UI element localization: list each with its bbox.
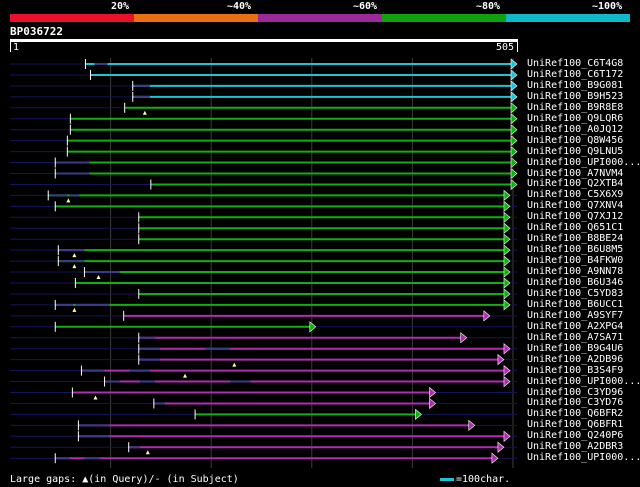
hit-end-arrow [497,354,505,366]
hit-label[interactable]: UniRef100_A9NN78 [527,266,623,277]
hit-end-arrow [503,222,511,234]
hit-label[interactable]: UniRef100_C5YD83 [527,288,623,299]
hit-label[interactable]: UniRef100_Q651C1 [527,222,623,233]
hit-label[interactable]: UniRef100_C3YD76 [527,397,623,408]
hit-label[interactable]: UniRef100_B6U346 [527,277,623,288]
hit-label[interactable]: UniRef100_B8BE24 [527,233,623,244]
query-gap-marker [72,264,77,269]
hit-label[interactable]: UniRef100_A7NVM4 [527,168,623,179]
hit-end-arrow [503,364,511,377]
hit-label[interactable]: UniRef100_B9G081 [527,80,623,91]
hit-label[interactable]: UniRef100_Q7XJ12 [527,211,623,222]
hit-end-arrow [503,233,511,245]
hit-label[interactable]: UniRef100_UPI000... [527,452,640,463]
hit-end-arrow [503,189,511,202]
hit-label[interactable]: UniRef100_Q8W456 [527,135,623,146]
hit-end-arrow [503,277,511,289]
hit-end-arrow [468,419,476,431]
hit-label[interactable]: UniRef100_C6T172 [527,69,623,80]
hit-end-arrow [415,408,422,421]
hit-end-arrow [503,430,511,442]
hit-label[interactable]: UniRef100_C5X6X9 [527,189,623,200]
hit-label[interactable]: UniRef100_B3S4F9 [527,365,623,376]
query-gap-marker [183,373,188,378]
query-gap-marker [66,198,71,203]
hit-end-arrow [497,441,505,453]
hit-label[interactable]: UniRef100_A9SYF7 [527,310,623,321]
length-legend: =100char. [440,474,510,485]
hit-end-arrow [503,299,511,311]
hit-label[interactable]: UniRef100_UPI000... [527,376,640,387]
hit-end-arrow [429,386,436,399]
query-gap-marker [72,253,77,258]
hit-label[interactable]: UniRef100_Q240P6 [527,430,623,441]
hit-end-arrow [510,113,518,125]
hit-end-arrow [510,156,518,169]
hit-label[interactable]: UniRef100_B9G4U6 [527,343,623,354]
query-gap-marker [72,307,77,312]
hit-label[interactable]: UniRef100_A2DBR3 [527,441,623,452]
hit-end-arrow [503,200,511,212]
hit-end-arrow [503,244,511,256]
hit-end-arrow [510,80,518,92]
hit-end-arrow [510,145,518,158]
hit-label[interactable]: UniRef100_B4FKW0 [527,255,623,266]
hit-label[interactable]: UniRef100_C3YD96 [527,387,623,398]
hit-label[interactable]: UniRef100_B9R8E8 [527,102,623,113]
query-gap-marker [96,275,101,280]
hit-label[interactable]: UniRef100_A2XPG4 [527,321,623,332]
hit-label[interactable]: UniRef100_A7SA71 [527,332,623,343]
hit-label[interactable]: UniRef100_B6U8M5 [527,244,623,255]
hit-end-arrow [510,124,518,136]
hit-end-arrow [510,58,518,70]
query-gap-marker [142,110,147,115]
hit-end-arrow [503,343,511,355]
hit-end-arrow [503,255,511,267]
hit-end-arrow [491,452,499,464]
hit-label[interactable]: UniRef100_Q9LQR6 [527,113,623,124]
hit-label[interactable]: UniRef100_Q9LNU5 [527,146,623,157]
hit-end-arrow [510,178,518,191]
hit-label[interactable]: UniRef100_Q2XTB4 [527,178,623,189]
hit-end-arrow [503,266,511,278]
hit-label[interactable]: UniRef100_Q7XNV4 [527,200,623,211]
hit-end-arrow [510,91,518,103]
query-gap-marker [145,450,150,455]
hit-end-arrow [460,332,468,344]
length-legend-text: =100char. [456,474,511,485]
hit-end-arrow [510,135,518,147]
hit-end-arrow [510,167,518,180]
hit-label[interactable]: UniRef100_UPI000... [527,157,640,168]
query-gap-marker [232,362,237,367]
hit-end-arrow [309,321,317,333]
hit-label[interactable]: UniRef100_A2DB96 [527,354,623,365]
hit-label[interactable]: UniRef100_Q6BFR1 [527,419,623,430]
hit-end-arrow [503,375,511,388]
hit-end-arrow [503,288,511,300]
length-legend-swatch [440,477,454,481]
hit-end-arrow [510,102,518,114]
hit-label[interactable]: UniRef100_A0JQ12 [527,124,623,135]
hit-label[interactable]: UniRef100_B9H523 [527,91,623,102]
hit-end-arrow [503,211,511,223]
query-gap-marker [93,395,98,400]
hit-end-arrow [429,397,436,410]
hit-label[interactable]: UniRef100_B6UCC1 [527,299,623,310]
hit-label[interactable]: UniRef100_Q6BFR2 [527,408,623,419]
hit-end-arrow [510,69,518,81]
hit-label[interactable]: UniRef100_C6T4G8 [527,58,623,69]
gap-legend: Large gaps: ▲(in Query)/- (in Subject) [10,474,239,485]
hit-end-arrow [483,310,491,322]
